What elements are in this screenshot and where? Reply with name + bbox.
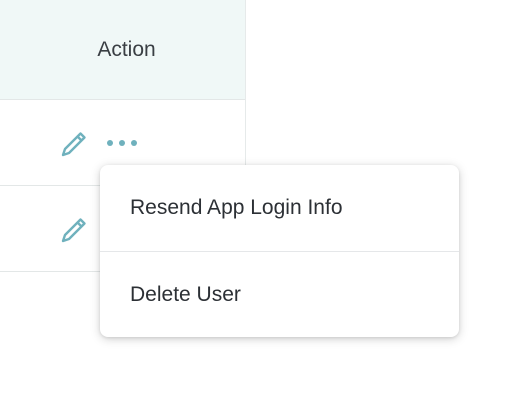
pencil-icon[interactable] xyxy=(58,214,90,246)
pencil-icon[interactable] xyxy=(58,128,90,160)
page: Action Resend App Login Info Delete User xyxy=(0,0,526,400)
resend-app-login-info-menu-item[interactable]: Resend App Login Info xyxy=(100,165,459,251)
row-actions-menu: Resend App Login Info Delete User xyxy=(100,165,459,337)
action-column-header: Action xyxy=(0,0,245,100)
ellipsis-icon[interactable] xyxy=(104,134,140,152)
delete-user-menu-item[interactable]: Delete User xyxy=(100,251,459,337)
action-header-label: Action xyxy=(97,37,156,61)
